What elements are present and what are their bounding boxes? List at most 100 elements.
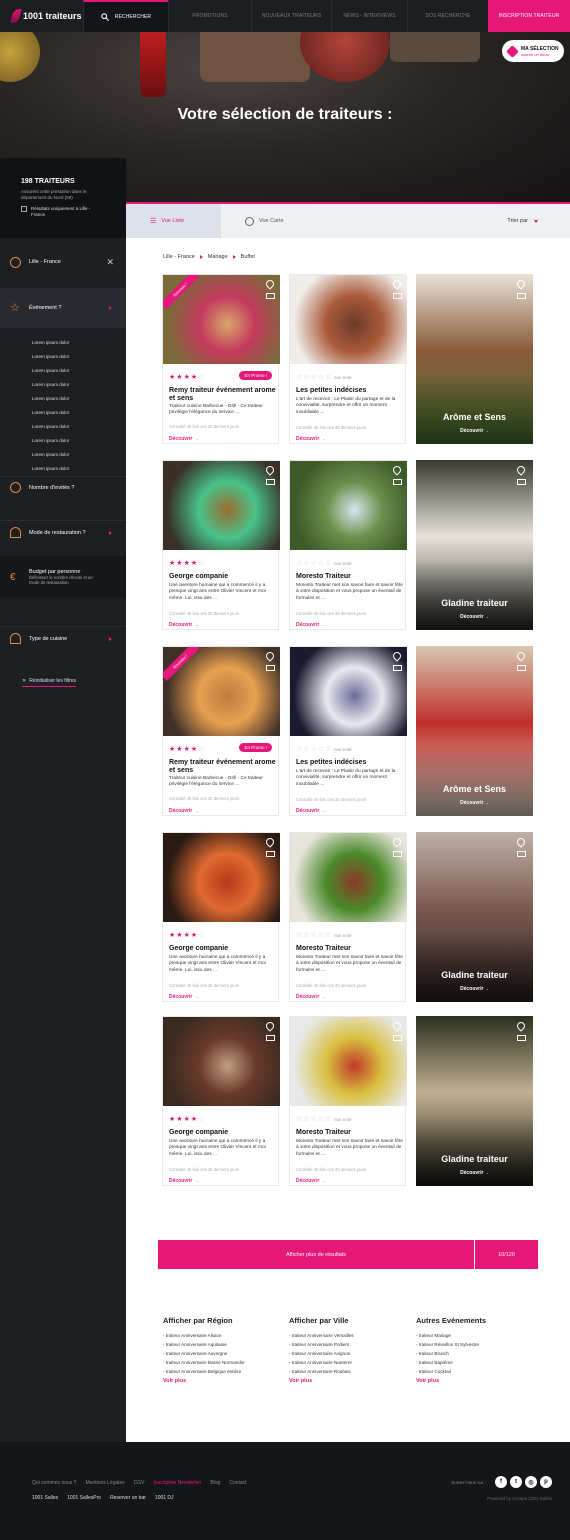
link-item[interactable]: - traiteur Cocktail: [416, 1367, 536, 1376]
event-option[interactable]: Lorem ipsum dolor: [32, 396, 69, 401]
event-option[interactable]: Lorem ipsum dolor: [32, 438, 69, 443]
caterer-name[interactable]: George companie: [169, 573, 277, 581]
heart-icon[interactable]: [264, 464, 276, 476]
heart-icon[interactable]: [264, 650, 276, 662]
link-item[interactable]: - traiteur Anniversaire Versailles: [289, 1331, 409, 1340]
discover-link[interactable]: Découvrir →: [169, 436, 199, 442]
heart-icon[interactable]: [391, 836, 403, 848]
heart-icon[interactable]: [391, 1020, 403, 1032]
discover-link[interactable]: Découvrir →: [296, 1178, 326, 1184]
caterer-photo[interactable]: [290, 461, 407, 550]
link-item[interactable]: - traiteur Anniversaire Avignon: [289, 1349, 409, 1358]
nav-promotions[interactable]: PROMOTIONS: [168, 0, 251, 32]
featured-caterer-name[interactable]: Gladine traiteur: [416, 1154, 533, 1164]
footer-link[interactable]: Contact: [229, 1480, 246, 1486]
caterer-card[interactable]: Nouveau ! ★ ★ ★ ★ ☆ En Promo ! Remy traiteur év…: [162, 646, 280, 816]
discover-link[interactable]: Découvrir →: [169, 622, 199, 628]
footer-link[interactable]: 1001 DJ: [155, 1495, 174, 1501]
caterer-photo[interactable]: [163, 461, 280, 550]
caterer-photo[interactable]: Nouveau !: [163, 275, 280, 364]
caterer-photo[interactable]: [290, 647, 407, 736]
discover-link[interactable]: Découvrir →: [416, 1170, 533, 1176]
heart-icon[interactable]: [515, 1020, 527, 1032]
heart-icon[interactable]: [515, 464, 527, 476]
link-item[interactable]: - traiteur Réveillon St Sylvestre: [416, 1340, 536, 1349]
brand-logo[interactable]: 1001 traiteurs: [0, 9, 83, 23]
caterer-name[interactable]: George companie: [169, 945, 277, 953]
pinterest-icon[interactable]: p: [540, 1476, 552, 1488]
caterer-name[interactable]: Remy traiteur événement arome et sens: [169, 759, 277, 774]
heart-icon[interactable]: [515, 278, 527, 290]
discover-link[interactable]: Découvrir →: [296, 436, 326, 442]
caterer-name[interactable]: George companie: [169, 1129, 277, 1137]
mail-icon[interactable]: [393, 479, 402, 485]
link-item[interactable]: - traiteur Anniversaire Roubaix: [289, 1367, 409, 1376]
caterer-name[interactable]: Moresto Traiteur: [296, 945, 404, 953]
caterer-name[interactable]: Les petites indécises: [296, 759, 404, 767]
footer-link[interactable]: 1001 Salles: [32, 1495, 58, 1501]
link-item[interactable]: - traiteur Anniversaire Auvergne: [163, 1349, 283, 1358]
featured-caterer-card[interactable]: Gladine traiteur Découvrir →: [416, 460, 533, 630]
filter-cuisine[interactable]: Type de cuisine: [0, 626, 126, 650]
mail-icon[interactable]: [393, 293, 402, 299]
event-option[interactable]: Lorem ipsum dolor: [32, 368, 69, 373]
heart-icon[interactable]: [391, 278, 403, 290]
caterer-photo[interactable]: Nouveau !: [163, 647, 280, 736]
event-option[interactable]: Lorem ipsum dolor: [32, 382, 69, 387]
filter-location[interactable]: Lille - France ✕: [0, 250, 126, 274]
sort-dropdown[interactable]: Trier par: [507, 218, 570, 224]
caterer-card[interactable]: Nouveau ! ★ ★ ★ ★ ☆ En Promo ! Remy traiteur év…: [162, 274, 280, 444]
footer-link[interactable]: Mentions Légales: [85, 1480, 124, 1486]
caterer-photo[interactable]: [290, 275, 407, 364]
caterer-card[interactable]: ★ ★ ★ ★ ☆ George companie Une aventure humaine…: [162, 832, 280, 1002]
nav-news[interactable]: NEWS - INTERVIEWS: [331, 0, 407, 32]
featured-caterer-name[interactable]: Gladine traiteur: [416, 598, 533, 608]
discover-link[interactable]: Découvrir →: [296, 808, 326, 814]
heart-icon[interactable]: [391, 464, 403, 476]
heart-icon[interactable]: [391, 650, 403, 662]
only-results-checkbox[interactable]: Résultats uniquement à Lille - France: [21, 206, 126, 218]
link-item[interactable]: - traiteur Mariage: [416, 1331, 536, 1340]
caterer-name[interactable]: Les petites indécises: [296, 387, 404, 395]
caterer-photo[interactable]: [290, 1017, 407, 1106]
link-item[interactable]: - traiteur Anniversaire Alsace: [163, 1331, 283, 1340]
discover-link[interactable]: Découvrir →: [416, 428, 533, 434]
heart-icon[interactable]: [515, 650, 527, 662]
featured-caterer-name[interactable]: Arôme et Sens: [416, 784, 533, 794]
caterer-photo[interactable]: [163, 1017, 280, 1106]
caterer-photo[interactable]: [290, 833, 407, 922]
mail-icon[interactable]: [517, 479, 526, 485]
mail-icon[interactable]: [393, 665, 402, 671]
caterer-card[interactable]: ☆ ☆ ☆ ☆ ☆ non noté Moresto Traiteur Moresto Tra…: [289, 460, 407, 630]
discover-link[interactable]: Découvrir →: [296, 622, 326, 628]
footer-link[interactable]: Reserver un bar: [110, 1495, 146, 1501]
filter-guests[interactable]: Nombre d'invités ?: [0, 476, 126, 498]
see-more-link[interactable]: Voir plus: [163, 1378, 283, 1384]
heart-icon[interactable]: [264, 278, 276, 290]
featured-caterer-card[interactable]: Gladine traiteur Découvrir →: [416, 1016, 533, 1186]
link-item[interactable]: - traiteur Anniversaire Belgique entière: [163, 1367, 283, 1376]
footer-link[interactable]: CGV: [134, 1480, 145, 1486]
mail-icon[interactable]: [393, 1035, 402, 1041]
footer-link-newsletter[interactable]: Inscription Newsletter: [154, 1480, 202, 1486]
footer-link[interactable]: Qui sommes nous ?: [32, 1480, 76, 1486]
link-item[interactable]: - traiteur Anniversaire Aquitaine: [163, 1340, 283, 1349]
link-item[interactable]: - traiteur Anniversaire Poitiers: [289, 1340, 409, 1349]
twitter-icon[interactable]: t: [510, 1476, 522, 1488]
event-option[interactable]: Lorem ipsum dolor: [32, 424, 69, 429]
event-option[interactable]: Lorem ipsum dolor: [32, 452, 69, 457]
featured-caterer-name[interactable]: Gladine traiteur: [416, 970, 533, 980]
heart-icon[interactable]: [515, 836, 527, 848]
instagram-icon[interactable]: ◎: [525, 1476, 537, 1488]
facebook-icon[interactable]: f: [495, 1476, 507, 1488]
discover-link[interactable]: Découvrir →: [296, 994, 326, 1000]
mail-icon[interactable]: [393, 851, 402, 857]
heart-icon[interactable]: [264, 1020, 276, 1032]
caterer-card[interactable]: ☆ ☆ ☆ ☆ ☆ non noté Les petites indécises L'art …: [289, 646, 407, 816]
mail-icon[interactable]: [517, 665, 526, 671]
ma-selection-button[interactable]: MA SÉLECTION obtenir un devis: [502, 40, 564, 62]
discover-link[interactable]: Découvrir →: [416, 614, 533, 620]
nav-sos-recherche[interactable]: SOS RECHERCHE: [407, 0, 488, 32]
discover-link[interactable]: Découvrir →: [169, 994, 199, 1000]
caterer-photo[interactable]: [163, 833, 280, 922]
